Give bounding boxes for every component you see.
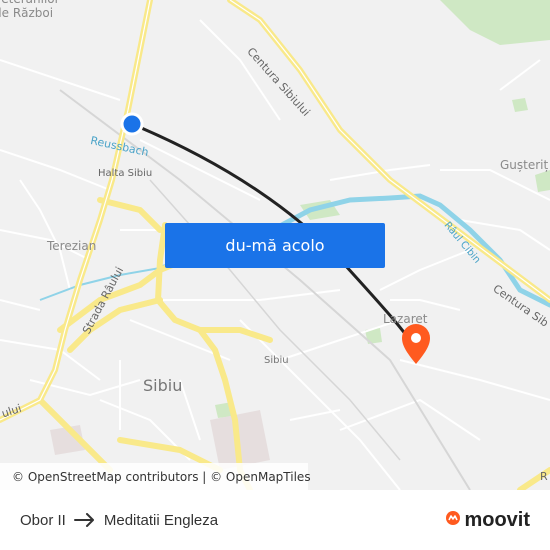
moovit-wordmark: moovit (464, 508, 530, 531)
origin-name: Obor II (20, 511, 66, 529)
park-area (440, 0, 550, 45)
label-sibiu-station: Sibiu (264, 355, 289, 366)
origin-marker[interactable] (120, 112, 144, 136)
map-view[interactable]: Veteranilor de Război Centura Sibiului R… (0, 0, 550, 490)
footer-bar: Obor II Meditatii Engleza moovit (0, 490, 550, 550)
route-summary: Obor II Meditatii Engleza (20, 512, 218, 529)
label-sibiu-city: Sibiu (143, 376, 183, 395)
go-there-button[interactable]: du-mă acolo (165, 223, 385, 268)
label-lazaret: Lazaret (383, 312, 428, 326)
attribution-text[interactable]: © OpenStreetMap contributors | © OpenMap… (12, 470, 311, 484)
park-area-small (512, 98, 528, 112)
destination-name: Meditatii Engleza (103, 511, 219, 529)
label-gusterita: Gușteriț (500, 158, 549, 172)
map-attribution[interactable]: © OpenStreetMap contributors | © OpenMap… (0, 463, 311, 490)
destination-marker[interactable] (402, 324, 430, 364)
railway-branch (149, 179, 401, 461)
arrow-right-icon (73, 513, 96, 527)
label-edge-right: R (540, 470, 548, 483)
label-veterans: Veteranilor de Război (0, 0, 60, 20)
moovit-pin-icon (445, 509, 461, 532)
moovit-logo[interactable]: moovit (445, 509, 530, 532)
park-area-east (535, 170, 550, 192)
label-terezian: Terezian (47, 239, 97, 253)
label-halta: Halta Sibiu (98, 168, 153, 179)
